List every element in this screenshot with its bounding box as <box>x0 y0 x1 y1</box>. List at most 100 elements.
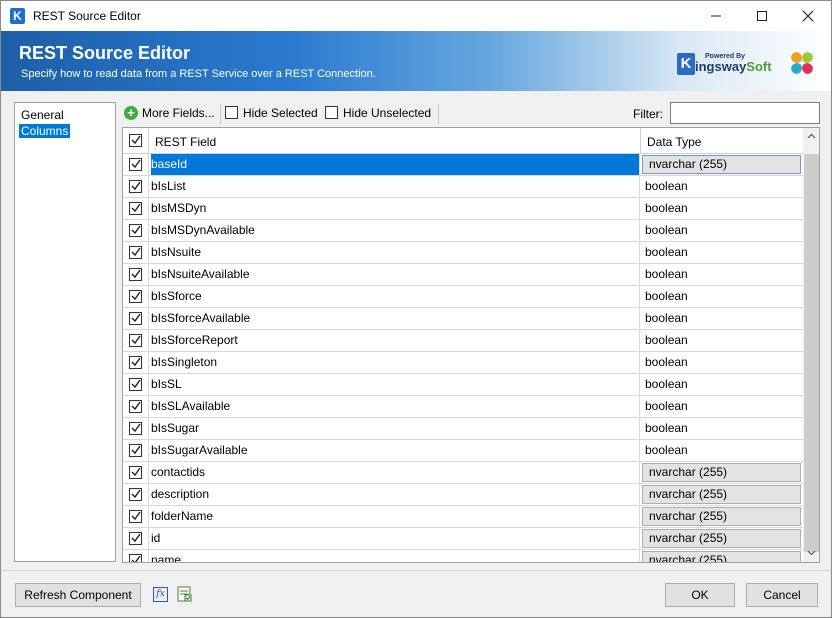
row-checkbox[interactable] <box>129 356 142 369</box>
table-row[interactable]: bIsSingleton boolean <box>123 352 803 374</box>
vertical-scrollbar[interactable] <box>803 128 819 562</box>
row-checkbox[interactable] <box>129 400 142 413</box>
table-row[interactable]: bIsSforceReport boolean <box>123 330 803 352</box>
scroll-up-arrow-icon[interactable] <box>803 128 819 145</box>
row-checkbox[interactable] <box>129 488 142 501</box>
table-row[interactable]: bIsSLAvailable boolean <box>123 396 803 418</box>
header-rest-field[interactable]: REST Field <box>155 135 216 149</box>
table-row[interactable]: bIsNsuiteAvailable boolean <box>123 264 803 286</box>
table-row[interactable]: bIsMSDynAvailable boolean <box>123 220 803 242</box>
table-row[interactable]: baseId nvarchar (255) <box>123 154 803 176</box>
data-type-cell[interactable]: boolean <box>643 242 803 263</box>
rest-field-cell[interactable]: bIsSugar <box>151 418 640 439</box>
data-type-cell[interactable]: boolean <box>643 440 803 461</box>
table-row[interactable]: bIsSugarAvailable boolean <box>123 440 803 462</box>
filter-input[interactable] <box>670 102 820 124</box>
package-variables-icon[interactable] <box>177 586 192 602</box>
maximize-icon[interactable] <box>739 1 785 31</box>
rest-field-cell[interactable]: bIsSforce <box>151 286 640 307</box>
data-type-cell[interactable]: boolean <box>643 198 803 219</box>
row-checkbox[interactable] <box>129 246 142 259</box>
hide-unselected-checkbox[interactable] <box>325 106 338 119</box>
refresh-component-button[interactable]: Refresh Component <box>15 583 141 607</box>
row-checkbox[interactable] <box>129 466 142 479</box>
rest-field-cell[interactable]: bIsSingleton <box>151 352 640 373</box>
title-bar[interactable]: K REST Source Editor <box>1 1 831 31</box>
rest-field-cell[interactable]: name <box>151 550 640 562</box>
rest-field-cell[interactable]: bIsMSDynAvailable <box>151 220 640 241</box>
data-type-dropdown[interactable]: nvarchar (255) <box>642 155 801 174</box>
checkmark-icon <box>131 357 141 367</box>
cancel-button[interactable]: Cancel <box>746 583 818 607</box>
rest-field-cell[interactable]: bIsMSDyn <box>151 198 640 219</box>
rest-field-cell[interactable]: bIsSforceAvailable <box>151 308 640 329</box>
rest-field-cell[interactable]: bIsSforceReport <box>151 330 640 351</box>
rest-field-cell[interactable]: folderName <box>151 506 640 527</box>
minimize-icon[interactable] <box>693 1 739 31</box>
hide-selected-checkbox[interactable] <box>225 106 238 119</box>
row-checkbox[interactable] <box>129 422 142 435</box>
row-checkbox[interactable] <box>129 180 142 193</box>
scroll-down-arrow-icon[interactable] <box>803 545 819 562</box>
row-checkbox[interactable] <box>129 334 142 347</box>
table-row[interactable]: bIsSugar boolean <box>123 418 803 440</box>
table-row[interactable]: contactids nvarchar (255) <box>123 462 803 484</box>
data-type-cell[interactable]: boolean <box>643 264 803 285</box>
table-row[interactable]: description nvarchar (255) <box>123 484 803 506</box>
rest-field-cell[interactable]: id <box>151 528 640 549</box>
select-all-checkbox[interactable] <box>129 134 142 147</box>
row-checkbox[interactable] <box>129 224 142 237</box>
row-checkbox[interactable] <box>129 532 142 545</box>
row-checkbox-cell <box>123 550 149 562</box>
rest-field-cell[interactable]: bIsNsuiteAvailable <box>151 264 640 285</box>
rest-field-cell[interactable]: bIsSLAvailable <box>151 396 640 417</box>
row-checkbox[interactable] <box>129 444 142 457</box>
rest-field-cell[interactable]: contactids <box>151 462 640 483</box>
table-row[interactable]: bIsList boolean <box>123 176 803 198</box>
header-data-type[interactable]: Data Type <box>647 135 701 149</box>
data-type-cell[interactable]: boolean <box>643 352 803 373</box>
data-type-cell[interactable]: boolean <box>643 374 803 395</box>
scrollbar-thumb[interactable] <box>804 154 819 552</box>
row-checkbox[interactable] <box>129 202 142 215</box>
row-checkbox[interactable] <box>129 290 142 303</box>
data-type-dropdown[interactable]: nvarchar (255) <box>642 485 801 504</box>
data-type-cell[interactable]: boolean <box>643 286 803 307</box>
row-checkbox[interactable] <box>129 312 142 325</box>
data-type-dropdown[interactable]: nvarchar (255) <box>642 463 801 482</box>
row-checkbox-cell <box>123 418 149 440</box>
data-type-cell[interactable]: boolean <box>643 396 803 417</box>
close-icon[interactable] <box>785 1 831 31</box>
data-type-cell[interactable]: boolean <box>643 220 803 241</box>
rest-field-cell[interactable]: description <box>151 484 640 505</box>
nav-item-columns[interactable]: Columns <box>19 124 71 138</box>
nav-item-general[interactable]: General <box>19 108 66 122</box>
data-type-cell[interactable]: boolean <box>643 418 803 439</box>
table-row[interactable]: bIsSforce boolean <box>123 286 803 308</box>
table-row[interactable]: name nvarchar (255) <box>123 550 803 562</box>
table-row[interactable]: bIsNsuite boolean <box>123 242 803 264</box>
row-checkbox[interactable] <box>129 378 142 391</box>
rest-field-cell[interactable]: bIsSugarAvailable <box>151 440 640 461</box>
rest-field-cell[interactable]: bIsNsuite <box>151 242 640 263</box>
expression-fx-icon[interactable]: fx <box>153 587 168 602</box>
row-checkbox[interactable] <box>129 510 142 523</box>
data-type-cell[interactable]: boolean <box>643 176 803 197</box>
ok-button[interactable]: OK <box>665 583 735 607</box>
data-type-dropdown[interactable]: nvarchar (255) <box>642 551 801 562</box>
row-checkbox[interactable] <box>129 158 142 171</box>
rest-field-cell[interactable]: bIsList <box>151 176 640 197</box>
data-type-dropdown[interactable]: nvarchar (255) <box>642 507 801 526</box>
table-row[interactable]: id nvarchar (255) <box>123 528 803 550</box>
data-type-cell[interactable]: boolean <box>643 308 803 329</box>
table-row[interactable]: bIsMSDyn boolean <box>123 198 803 220</box>
data-type-cell[interactable]: boolean <box>643 330 803 351</box>
rest-field-cell[interactable]: bIsSL <box>151 374 640 395</box>
table-row[interactable]: bIsSL boolean <box>123 374 803 396</box>
table-row[interactable]: folderName nvarchar (255) <box>123 506 803 528</box>
table-row[interactable]: bIsSforceAvailable boolean <box>123 308 803 330</box>
row-checkbox[interactable] <box>129 554 142 562</box>
row-checkbox[interactable] <box>129 268 142 281</box>
data-type-dropdown[interactable]: nvarchar (255) <box>642 529 801 548</box>
rest-field-cell[interactable]: baseId <box>151 154 640 175</box>
